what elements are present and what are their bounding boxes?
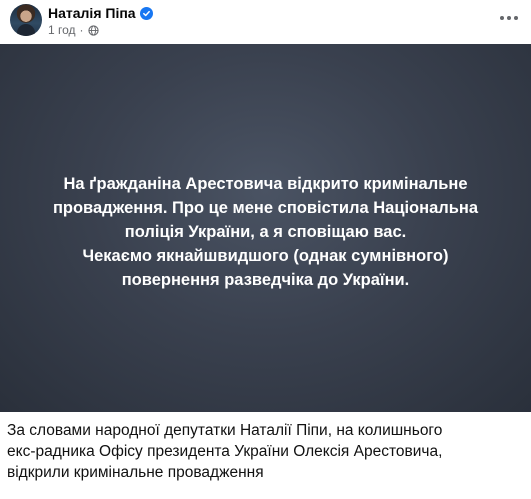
post-text-line: провадження. Про це мене сповістила Наці… bbox=[52, 199, 479, 217]
caption-line: відкрили кримінальне провадження bbox=[7, 464, 264, 481]
verified-badge-icon bbox=[139, 6, 153, 20]
globe-icon bbox=[87, 24, 99, 36]
post-text-line: повернення разведчіка до України. bbox=[121, 271, 410, 289]
post-time[interactable]: 1 год bbox=[48, 23, 76, 37]
post-text-line: поліція України, а я сповіщаю вас. bbox=[124, 223, 407, 241]
caption-text: За словами народної депутатки Наталії Пі… bbox=[7, 420, 527, 483]
post-text-card: На ґражданіна Арестовича відкрито кримін… bbox=[0, 44, 531, 412]
post-meta: 1 год · bbox=[48, 23, 99, 37]
avatar[interactable] bbox=[10, 4, 42, 36]
post-text-line: Чекаємо якнайшвидшого (однак сумнівного) bbox=[82, 247, 449, 265]
meta-separator: · bbox=[79, 23, 84, 37]
author-row: Наталія Піпа bbox=[48, 5, 153, 21]
more-options-icon[interactable] bbox=[497, 8, 521, 28]
image-caption: За словами народної депутатки Наталії Пі… bbox=[0, 412, 531, 499]
post-header: Наталія Піпа 1 год · bbox=[0, 0, 531, 44]
post-text: На ґражданіна Арестовича відкрито кримін… bbox=[20, 172, 511, 292]
caption-line: екс-радника Офісу президента України Оле… bbox=[7, 443, 443, 460]
post-text-line: На ґражданіна Арестовича відкрито кримін… bbox=[63, 175, 468, 193]
author-name[interactable]: Наталія Піпа bbox=[48, 5, 136, 21]
caption-line: За словами народної депутатки Наталії Пі… bbox=[7, 422, 443, 439]
